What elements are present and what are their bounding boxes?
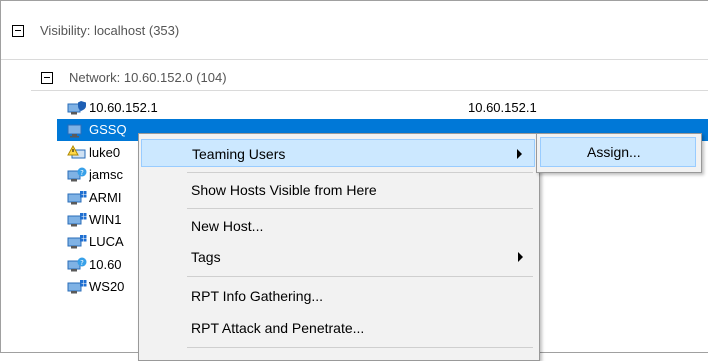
context-menu: Teaming Users Show Hosts Visible from He… bbox=[138, 133, 540, 361]
computer-icon bbox=[67, 122, 87, 138]
host-name: 10.60.152.1 bbox=[89, 100, 158, 115]
group-divider bbox=[31, 90, 708, 91]
host-row[interactable]: 10.60.152.1 10.60.152.1 bbox=[57, 97, 708, 119]
windows-computer-icon bbox=[67, 212, 87, 228]
collapse-toggle-icon[interactable] bbox=[12, 25, 24, 37]
menu-separator bbox=[187, 347, 533, 348]
menu-item-new-host[interactable]: New Host... bbox=[141, 212, 535, 240]
collapse-toggle-icon[interactable] bbox=[41, 72, 53, 84]
visibility-group-header[interactable]: Visibility: localhost (353) bbox=[1, 1, 708, 59]
svg-text:?: ? bbox=[80, 169, 84, 177]
windows-computer-icon bbox=[67, 279, 87, 295]
computer-shield-icon bbox=[67, 100, 87, 116]
menu-item-show-hosts-visible[interactable]: Show Hosts Visible from Here bbox=[141, 176, 535, 204]
menu-item-rpt-attack-penetrate[interactable]: RPT Attack and Penetrate... bbox=[141, 314, 535, 342]
menu-separator bbox=[187, 172, 533, 173]
teaming-users-submenu: Assign... bbox=[536, 133, 702, 173]
network-group-label: Network: 10.60.152.0 (104) bbox=[69, 70, 227, 85]
submenu-arrow-icon bbox=[518, 252, 523, 262]
computer-question-icon: ? bbox=[67, 167, 87, 183]
menu-item-assign[interactable]: Assign... bbox=[540, 137, 696, 167]
menu-separator bbox=[187, 276, 533, 277]
menu-separator bbox=[187, 208, 533, 209]
menu-item-tags[interactable]: Tags bbox=[141, 243, 535, 271]
submenu-arrow-icon bbox=[517, 149, 522, 159]
computer-question-icon: ? bbox=[67, 257, 87, 273]
menu-item-teaming-users[interactable]: Teaming Users bbox=[141, 139, 535, 167]
group-divider bbox=[1, 59, 708, 60]
svg-text:?: ? bbox=[80, 259, 84, 267]
windows-computer-icon bbox=[67, 234, 87, 250]
computer-warning-icon bbox=[67, 144, 87, 161]
network-group-header[interactable]: Network: 10.60.152.0 (104) bbox=[31, 63, 708, 91]
visibility-group-label: Visibility: localhost (353) bbox=[40, 23, 180, 38]
menu-item-rpt-info-gathering[interactable]: RPT Info Gathering... bbox=[141, 282, 535, 310]
host-ip: 10.60.152.1 bbox=[468, 100, 537, 115]
windows-computer-icon bbox=[67, 190, 87, 206]
